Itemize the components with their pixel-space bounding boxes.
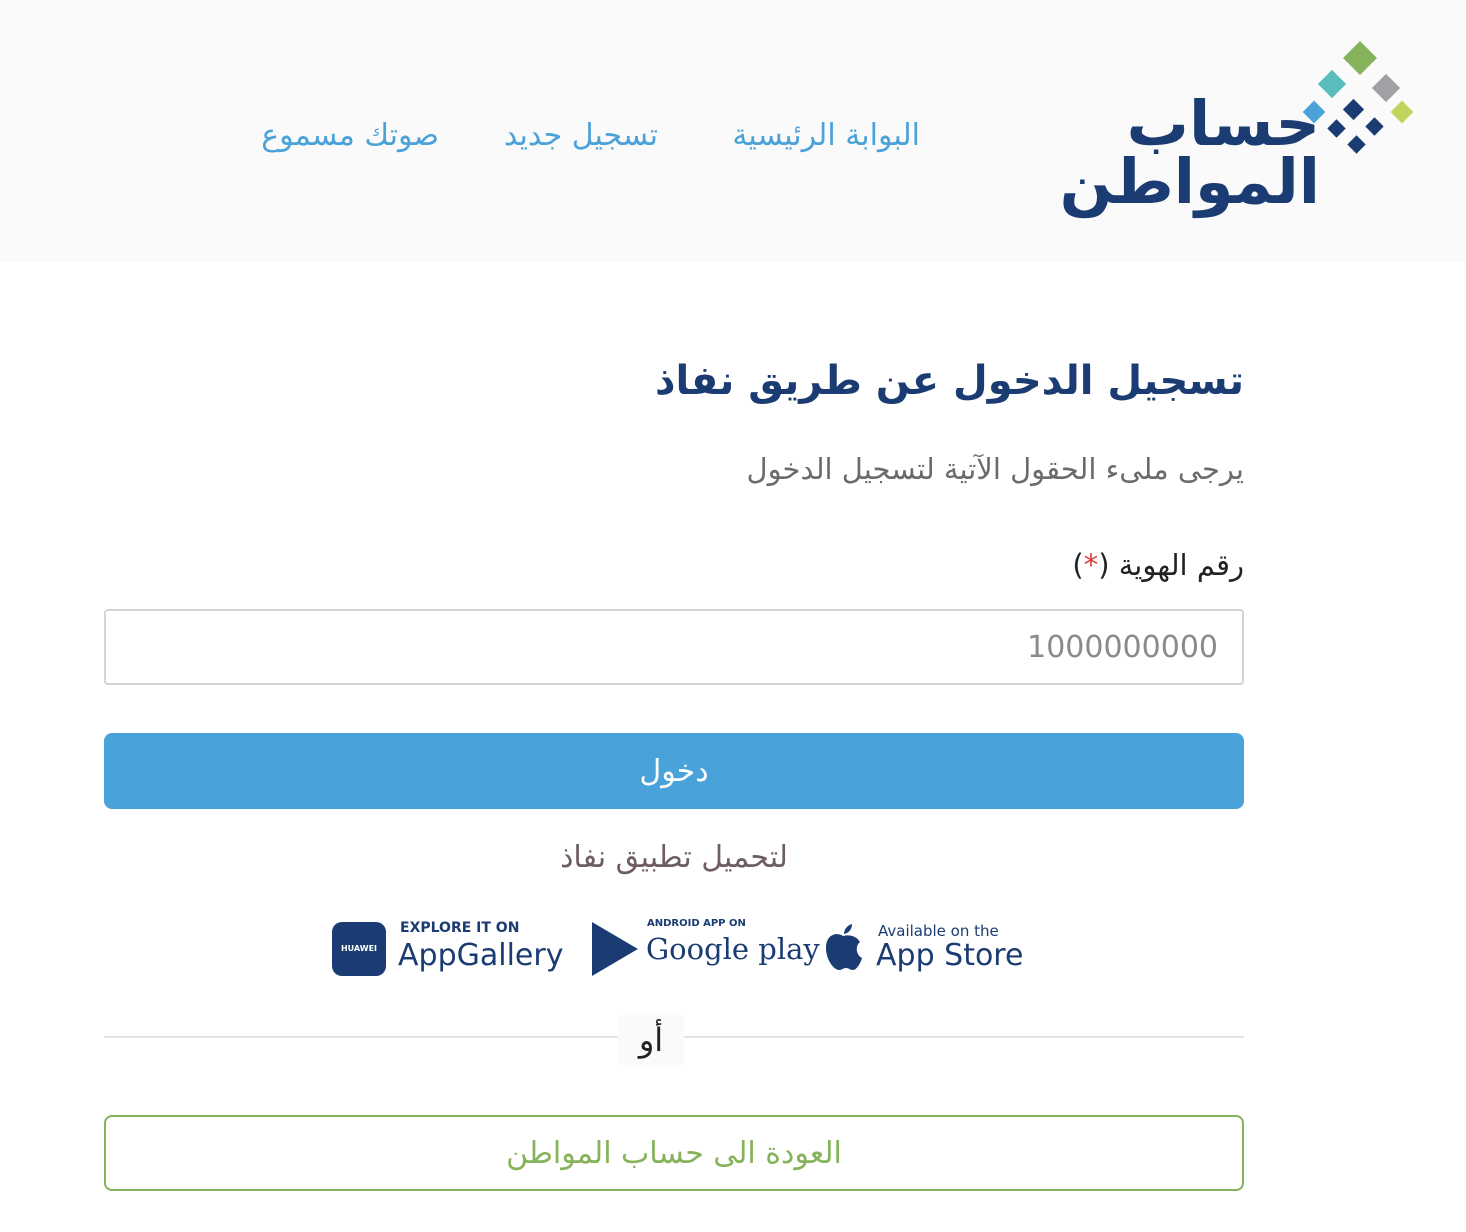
store-big-text: AppGallery [398,938,564,973]
logo-square-teal [1317,69,1347,99]
google-play-badge[interactable]: ANDROID APP ON Google play [592,918,820,984]
logo-square-navy [1365,117,1384,136]
store-small-text: ANDROID APP ON [647,918,746,929]
page-title: تسجيل الدخول عن طريق نفاذ [654,358,1244,404]
huawei-appgallery-icon: HUAWEI [332,922,386,976]
logo-square-green [1343,41,1377,75]
store-big-text: Google play [646,932,820,966]
huawei-badge-text: HUAWEI [340,944,378,953]
google-play-icon [592,922,638,976]
required-marker: * [1083,548,1099,582]
logo-square-gray [1371,73,1401,103]
id-number-label: رقم الهوية (*) [1072,548,1244,582]
id-number-input[interactable] [104,609,1244,685]
apple-icon [826,924,862,970]
back-to-citizen-account-button[interactable]: العودة الى حساب المواطن [104,1115,1244,1191]
logo-square-lime [1390,100,1414,124]
nav-home-portal[interactable]: البوابة الرئيسية [732,108,920,164]
logo-square-navy [1342,98,1365,121]
id-number-label-text: رقم الهوية [1118,548,1244,582]
logo-square-navy [1347,135,1366,154]
page-subtitle: يرجى ملىء الحقول الآتية لتسجيل الدخول [746,452,1245,486]
or-divider-label: أو [618,1015,684,1065]
logo-square-navy [1327,119,1346,138]
citizen-account-logo[interactable]: حساب المواطن [1060,40,1420,220]
logo-line2: المواطن [1059,145,1320,218]
huawei-appgallery-badge[interactable]: HUAWEI EXPLORE IT ON AppGallery [332,918,572,984]
nav-your-voice-heard[interactable]: صوتك مسموع [261,108,439,164]
download-nafath-label: لتحميل تطبيق نفاذ [560,840,788,875]
store-small-text: EXPLORE IT ON [400,920,520,936]
top-nav: البوابة الرئيسية تسجيل جديد صوتك مسموع [0,108,1000,164]
header: حساب المواطن البوابة الرئيسية تسجيل جديد… [0,0,1466,262]
app-store-badge[interactable]: Available on the App Store [824,918,1024,984]
nav-new-registration[interactable]: تسجيل جديد [504,108,658,164]
login-button[interactable]: دخول [104,733,1244,809]
store-big-text: App Store [876,938,1024,973]
logo-text: حساب المواطن [1059,93,1320,218]
app-store-badges: HUAWEI EXPLORE IT ON AppGallery ANDROID … [104,918,1244,984]
